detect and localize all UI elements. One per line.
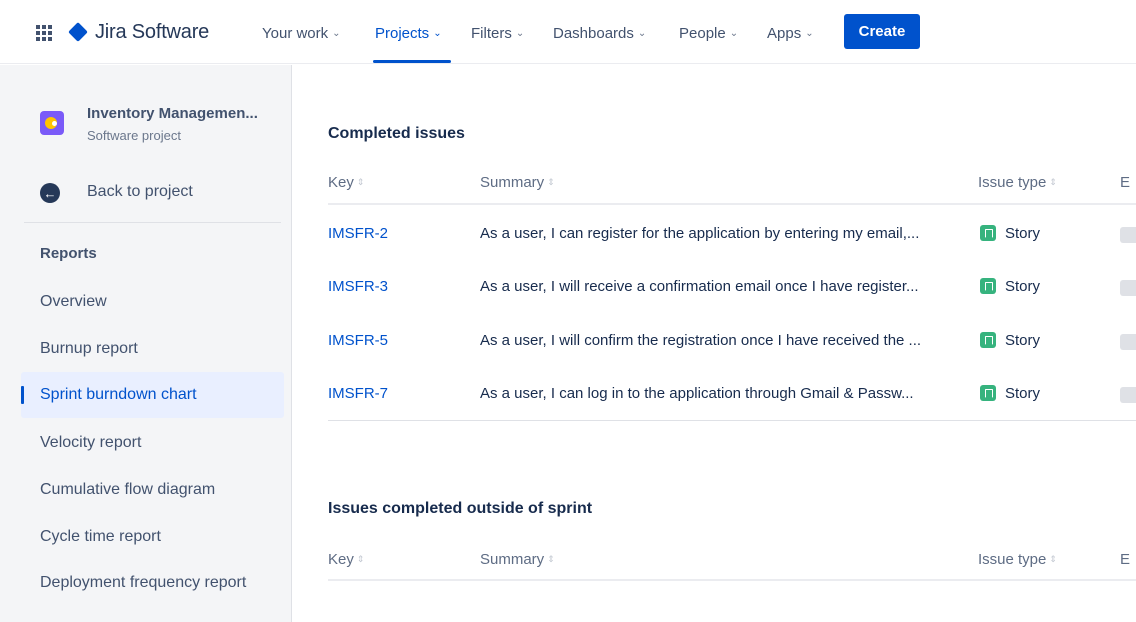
issue-type: Story	[1005, 385, 1041, 402]
table-row[interactable]: IMSFR-5 As a user, I will confirm the re…	[328, 332, 1136, 385]
sort-icon: ⇕	[547, 177, 555, 187]
sidebar-item-velocity-report[interactable]: Velocity report	[21, 420, 284, 466]
nav-people[interactable]: People ⌄	[679, 22, 738, 44]
nav-projects[interactable]: Projects ⌄	[375, 22, 442, 44]
column-header-epic[interactable]: E	[1120, 551, 1130, 568]
chevron-down-icon: ⌄	[805, 27, 814, 39]
chevron-down-icon: ⌄	[729, 27, 739, 39]
chevron-down-icon: ⌄	[433, 27, 442, 39]
nav-apps[interactable]: Apps ⌄	[767, 22, 814, 44]
nav-your-work[interactable]: Your work ⌄	[262, 22, 341, 44]
table-row[interactable]: IMSFR-7 As a user, I can log in to the a…	[328, 385, 1136, 438]
issue-type: Story	[1005, 225, 1041, 242]
sidebar-item-sprint-burndown-chart[interactable]: Sprint burndown chart	[21, 372, 284, 418]
nav-dashboards[interactable]: Dashboards ⌄	[553, 22, 646, 44]
column-header-issue-type-label: Issue type	[978, 551, 1047, 568]
completed-issues-title: Completed issues	[328, 125, 465, 142]
project-avatar-icon	[40, 111, 64, 135]
issue-type: Story	[1005, 332, 1041, 349]
issue-key-link[interactable]: IMSFR-7	[328, 385, 388, 402]
top-navigation: Jira Software Your work ⌄ Projects ⌄ Fil…	[0, 0, 1136, 64]
issue-summary[interactable]: As a user, I will receive a confirmation…	[480, 278, 919, 295]
column-header-summary[interactable]: Summary ⇕	[480, 174, 555, 191]
nav-dashboards-label: Dashboards	[553, 24, 634, 42]
issue-summary[interactable]: As a user, I can log in to the applicati…	[480, 385, 914, 402]
project-name[interactable]: Inventory Managemen...	[87, 105, 258, 122]
column-header-summary-label: Summary	[480, 174, 545, 191]
sidebar-item-cycle-time-report[interactable]: Cycle time report	[21, 514, 284, 560]
sidebar-item-deployment-frequency-report[interactable]: Deployment frequency report	[21, 560, 284, 606]
jira-diamond-icon	[68, 22, 88, 42]
column-header-issue-type[interactable]: Issue type ⇕	[978, 551, 1057, 568]
app-switcher-grid-icon[interactable]	[36, 25, 52, 41]
sidebar-item-burnup-report[interactable]: Burnup report	[21, 326, 284, 372]
nav-apps-label: Apps	[767, 24, 802, 42]
issue-key-link[interactable]: IMSFR-5	[328, 332, 388, 349]
nav-projects-label: Projects	[375, 24, 430, 42]
issue-summary[interactable]: As a user, I will confirm the registrati…	[480, 332, 921, 349]
arrow-left-icon[interactable]: ←	[40, 183, 60, 203]
column-header-issue-type[interactable]: Issue type ⇕	[978, 174, 1057, 191]
epic-lozenge[interactable]	[1120, 280, 1136, 296]
sort-icon: ⇕	[356, 177, 365, 187]
back-to-project-link[interactable]: Back to project	[87, 183, 193, 201]
table-row[interactable]: IMSFR-2 As a user, I can register for th…	[328, 225, 1136, 278]
table-bottom-divider	[328, 420, 1136, 421]
table-row[interactable]: IMSFR-3 As a user, I will receive a conf…	[328, 278, 1136, 331]
project-type: Software project	[87, 128, 181, 143]
issue-key-link[interactable]: IMSFR-3	[328, 278, 388, 295]
project-sidebar: Inventory Managemen... Software project …	[0, 65, 292, 622]
story-icon	[980, 225, 996, 241]
issue-key-link[interactable]: IMSFR-2	[328, 225, 388, 242]
sort-icon: ⇕	[1049, 554, 1057, 564]
chevron-down-icon: ⌄	[332, 27, 341, 39]
epic-lozenge[interactable]	[1120, 227, 1136, 243]
nav-filters[interactable]: Filters ⌄	[471, 22, 524, 44]
issue-summary[interactable]: As a user, I can register for the applic…	[480, 225, 919, 242]
nav-filters-label: Filters	[471, 24, 512, 42]
chevron-down-icon: ⌄	[637, 27, 647, 39]
story-icon	[980, 278, 996, 294]
table-header-divider	[328, 203, 1136, 205]
chevron-down-icon: ⌄	[515, 27, 525, 39]
nav-people-label: People	[679, 24, 726, 42]
sort-icon: ⇕	[356, 554, 365, 564]
epic-lozenge[interactable]	[1120, 387, 1136, 403]
column-header-issue-type-label: Issue type	[978, 174, 1047, 191]
active-nav-underline	[373, 60, 451, 63]
column-header-key-label: Key	[328, 174, 354, 191]
story-icon	[980, 332, 996, 348]
column-header-summary[interactable]: Summary ⇕	[480, 551, 555, 568]
story-icon	[980, 385, 996, 401]
reports-heading: Reports	[40, 245, 97, 262]
outside-sprint-title: Issues completed outside of sprint	[328, 500, 593, 517]
column-header-key[interactable]: Key ⇕	[328, 551, 364, 568]
column-header-summary-label: Summary	[480, 551, 545, 568]
column-header-epic[interactable]: E	[1120, 174, 1130, 191]
sidebar-divider	[24, 222, 281, 223]
table-header-divider	[328, 579, 1136, 581]
sort-icon: ⇕	[1049, 177, 1057, 187]
issue-type: Story	[1005, 278, 1041, 295]
column-header-key[interactable]: Key ⇕	[328, 174, 364, 191]
epic-lozenge[interactable]	[1120, 334, 1136, 350]
sidebar-item-overview[interactable]: Overview	[21, 279, 284, 325]
sort-icon: ⇕	[547, 554, 555, 564]
sidebar-item-cumulative-flow-diagram[interactable]: Cumulative flow diagram	[21, 467, 284, 513]
nav-your-work-label: Your work	[262, 24, 329, 42]
create-button[interactable]: Create	[844, 14, 920, 49]
jira-logo[interactable]: Jira Software	[67, 20, 209, 44]
product-name: Jira Software	[95, 20, 210, 43]
column-header-key-label: Key	[328, 551, 354, 568]
